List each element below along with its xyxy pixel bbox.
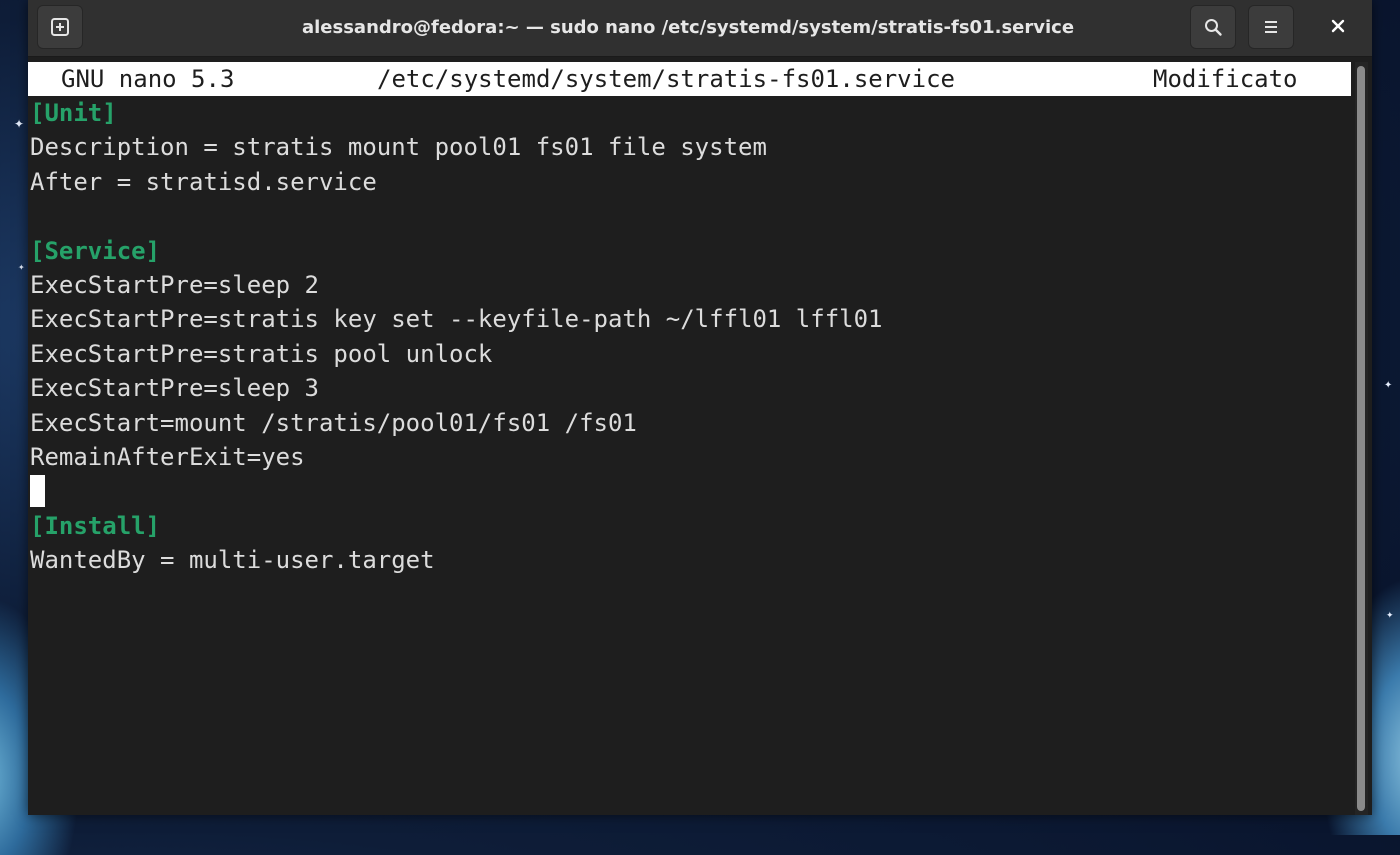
nano-title-bar: GNU nano 5.3 /etc/systemd/system/stratis…	[28, 62, 1351, 96]
editor-line: RemainAfterExit=yes	[30, 442, 305, 471]
nano-editor-buffer[interactable]: [Unit] Description = stratis mount pool0…	[30, 96, 1350, 577]
nano-modified-status: Modificato	[1153, 65, 1298, 93]
editor-line: ExecStartPre=stratis pool unlock	[30, 339, 493, 368]
close-window-button[interactable]	[1318, 5, 1358, 49]
editor-line: ExecStartPre=stratis key set --keyfile-p…	[30, 305, 883, 334]
terminal-window: alessandro@fedora:~ — sudo nano /etc/sys…	[28, 0, 1372, 815]
editor-line: WantedBy = multi-user.target	[30, 546, 435, 575]
window-headerbar[interactable]: alessandro@fedora:~ — sudo nano /etc/sys…	[28, 0, 1372, 57]
editor-line: ExecStartPre=sleep 3	[30, 374, 319, 403]
editor-line-cursor	[30, 474, 1350, 508]
editor-line: ExecStart=mount /stratis/pool01/fs01 /fs…	[30, 408, 637, 437]
main-menu-button[interactable]	[1248, 5, 1294, 49]
wallpaper-star: ✦	[14, 117, 25, 131]
nano-version: GNU nano 5.3	[61, 65, 235, 93]
text-cursor	[30, 475, 45, 508]
editor-line-section-service: [Service]	[30, 236, 161, 265]
new-tab-button[interactable]	[37, 5, 83, 49]
editor-line: After = stratisd.service	[30, 167, 377, 196]
window-title: alessandro@fedora:~ — sudo nano /etc/sys…	[301, 17, 1075, 38]
search-button[interactable]	[1190, 5, 1236, 49]
editor-line: Description = stratis mount pool01 fs01 …	[30, 133, 767, 162]
close-icon	[1331, 18, 1345, 37]
wallpaper-star: ✦	[1386, 611, 1394, 621]
nano-filename: /etc/systemd/system/stratis-fs01.service	[377, 65, 955, 93]
editor-line-blank	[30, 199, 1350, 233]
editor-line: ExecStartPre=sleep 2	[30, 270, 319, 299]
hamburger-menu-icon	[1262, 19, 1280, 35]
editor-line-section-unit: [Unit]	[30, 99, 117, 127]
search-icon	[1203, 17, 1223, 37]
scrollbar-thumb[interactable]	[1357, 66, 1365, 811]
wallpaper-star: ✦	[18, 263, 25, 272]
new-tab-icon	[50, 17, 70, 37]
wallpaper-star: ✦	[1384, 380, 1393, 391]
vertical-scrollbar[interactable]	[1355, 62, 1368, 815]
terminal-area[interactable]: GNU nano 5.3 /etc/systemd/system/stratis…	[28, 60, 1372, 815]
editor-line-section-install: [Install]	[30, 511, 161, 540]
